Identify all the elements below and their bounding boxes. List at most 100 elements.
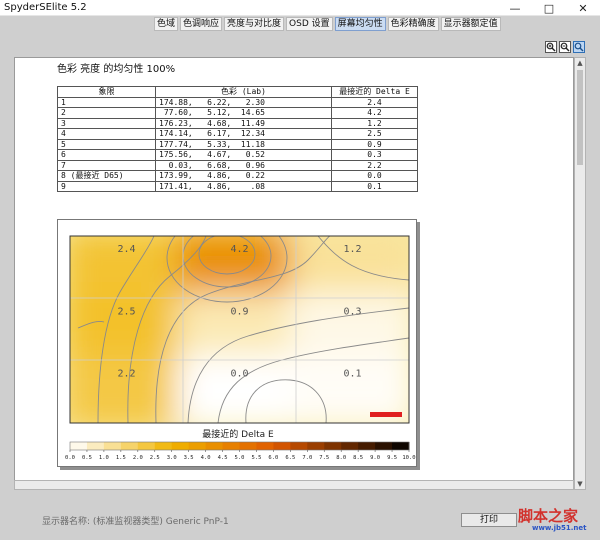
uniformity-heatmap: 2.4 4.2 1.2 2.5 0.9 0.3 2.2 0.0 0.1 最接近的 Delta E…: [65, 235, 416, 461]
colorbar-tick-label: 0.0: [65, 455, 75, 461]
watermark-text: 脚本之家: [518, 507, 579, 525]
colorbar-swatch: [86, 442, 105, 450]
cell-value-label: 0.3: [343, 306, 361, 317]
colorbar-tick-label: 9.0: [370, 455, 380, 461]
cell-lab: 173.99, 4.86, 0.22: [155, 170, 332, 182]
header-delta-e: 最接近的 Delta E: [331, 86, 418, 98]
table-row: 1 174.88, 6.22, 2.30 2.4: [57, 96, 418, 108]
tab-gamut[interactable]: 色域: [154, 17, 179, 31]
colorbar-tick-label: 8.5: [353, 455, 363, 461]
maximize-button[interactable]: □: [532, 0, 566, 16]
minimize-button[interactable]: —: [498, 0, 532, 16]
site-watermark: 脚本之家 www.jb51.net: [518, 508, 600, 540]
cell-quadrant: 3: [57, 117, 156, 129]
tab-brightness-contrast[interactable]: 亮度与对比度: [224, 17, 285, 31]
tab-color-accuracy[interactable]: 色彩精确度: [387, 17, 439, 31]
colorbar-tick-label: 4.0: [201, 455, 211, 461]
colorbar-swatch: [239, 442, 257, 450]
colorbar-tick-label: 5.5: [251, 455, 261, 461]
colorbar-swatch: [324, 442, 342, 450]
cell-lab: 77.60, 5.12, 14.65: [155, 107, 332, 119]
colorbar-swatch: [222, 442, 240, 450]
scroll-up-icon[interactable]: ▲: [575, 58, 585, 68]
uniformity-chart-panel: 2.4 4.2 1.2 2.5 0.9 0.3 2.2 0.0 0.1 最接近的 Delta E…: [57, 219, 417, 467]
cell-delta-e: 0.3: [331, 149, 418, 161]
cell-lab: 176.23, 4.68, 11.49: [155, 117, 332, 129]
cell-quadrant: 2: [57, 107, 156, 119]
table-row: 3 176.23, 4.68, 11.49 1.2: [57, 117, 418, 129]
colorbar-swatch: [256, 442, 274, 450]
window-title: SpyderSElite 5.2: [4, 2, 87, 13]
uniformity-table: 象限 色彩 (Lab) 最接近的 Delta E 1 174.88, 6.22, …: [57, 86, 418, 192]
header-lab: 色彩 (Lab): [155, 86, 332, 98]
colorbar-tick-label: 9.5: [387, 455, 397, 461]
tab-tone-response[interactable]: 色调响应: [180, 17, 223, 31]
heatmap-cell: [177, 354, 302, 423]
cell-delta-e: 1.2: [331, 117, 418, 129]
colorbar-swatch: [154, 442, 173, 450]
zoom-fit-icon[interactable]: [573, 41, 585, 53]
colorbar-title: 最接近的 Delta E: [202, 428, 274, 440]
heatmap-cell: [70, 354, 189, 423]
colorbar-tick-label: 1.5: [116, 455, 126, 461]
colorbar-tick-label: 7.0: [302, 455, 312, 461]
colorbar-tick-label: 6.5: [285, 455, 295, 461]
horizontal-scrollbar[interactable]: [14, 480, 574, 490]
colorbar-swatch: [392, 442, 410, 450]
zoom-out-icon[interactable]: [559, 41, 571, 53]
table-row: 7 0.03, 6.68, 0.96 2.2: [57, 159, 418, 171]
watermark-url: www.jb51.net: [532, 524, 587, 532]
cell-value-label: 2.5: [117, 306, 135, 317]
print-button[interactable]: 打印: [461, 513, 517, 527]
colorbar-tick-label: 5.0: [235, 455, 245, 461]
colorbar-swatch: [70, 442, 88, 450]
cell-quadrant: 5: [57, 138, 156, 150]
colorbar-tick-label: 1.0: [99, 455, 109, 461]
colorbar-tick-label: 2.5: [150, 455, 160, 461]
colorbar-swatch: [307, 442, 325, 450]
table-row: 8 (最接近 D65) 173.99, 4.86, 0.22 0.0: [57, 170, 418, 182]
colorbar-tick-label: 8.0: [336, 455, 346, 461]
colorbar-swatch: [188, 442, 207, 450]
colorbar-swatch: [358, 442, 376, 450]
table-row: 2 77.60, 5.12, 14.65 4.2: [57, 107, 418, 119]
cell-value-label: 2.4: [117, 244, 135, 255]
cell-delta-e: 2.5: [331, 128, 418, 140]
heatmap-cell: [290, 354, 409, 423]
table-row: 6 175.56, 4.67, 0.52 0.3: [57, 149, 418, 161]
uniformity-table-wrap: 象限 色彩 (Lab) 最接近的 Delta E 1 174.88, 6.22, …: [57, 86, 422, 196]
colorbar-tick-label: 10.0: [402, 455, 415, 461]
zoom-in-icon[interactable]: [545, 41, 557, 53]
cell-lab: 174.88, 6.22, 2.30: [155, 96, 332, 108]
colorbar-swatch: [290, 442, 308, 450]
table-header-row: 象限 色彩 (Lab) 最接近的 Delta E: [57, 86, 418, 98]
scroll-thumb[interactable]: [577, 70, 583, 165]
colorbar-tick-label: 7.5: [319, 455, 329, 461]
colorbar-ticks: 0.0 0.5 1.0 1.5 2.0 2.5 3.0 3.5 4.0 4.5 5.0 5.5 6.0 6…: [65, 450, 416, 461]
header-quadrant: 象限: [57, 86, 156, 98]
cell-quadrant: 9: [57, 180, 156, 192]
cell-value-label: 4.2: [230, 244, 248, 255]
tab-osd-settings[interactable]: OSD 设置: [286, 17, 333, 31]
tab-screen-uniformity[interactable]: 屏幕均匀性: [334, 17, 386, 31]
colorbar-tick-label: 0.5: [82, 455, 92, 461]
close-button[interactable]: ✕: [566, 0, 600, 16]
cell-delta-e: 0.1: [331, 180, 418, 192]
cell-value-label: 0.1: [343, 369, 361, 380]
cell-lab: 0.03, 6.68, 0.96: [155, 159, 332, 171]
table-row: 9 171.41, 4.86, .08 0.1: [57, 180, 418, 192]
scroll-down-icon[interactable]: ▼: [575, 479, 585, 489]
vertical-scrollbar[interactable]: ▲ ▼: [574, 57, 586, 490]
cell-quadrant: 8 (最接近 D65): [57, 170, 156, 182]
colorbar-tick-label: 3.5: [184, 455, 194, 461]
position-marker: [370, 412, 402, 417]
title-bar: SpyderSElite 5.2 — □ ✕: [0, 0, 600, 16]
cell-value-label: 1.2: [343, 244, 361, 255]
cell-quadrant: 1: [57, 96, 156, 108]
cell-lab: 177.74, 5.33, 11.18: [155, 138, 332, 150]
tab-display-rating[interactable]: 显示器额定值: [440, 17, 501, 31]
heatmap-fill: [70, 236, 409, 423]
cell-value-label: 2.2: [117, 369, 135, 380]
tab-strip: 色域 色调响应 亮度与对比度 OSD 设置 屏幕均匀性 色彩精确度 显示器额定值: [154, 17, 503, 31]
cell-value-label: 0.9: [230, 306, 248, 317]
